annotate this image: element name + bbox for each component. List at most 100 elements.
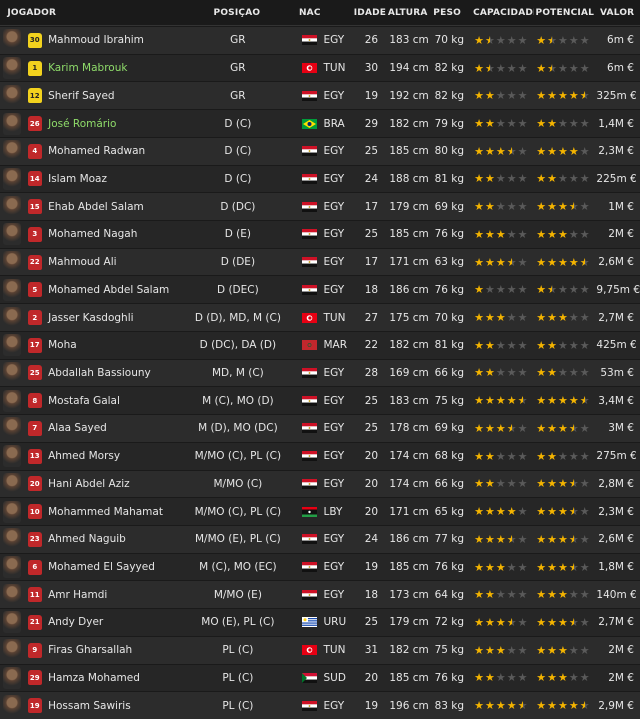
star-icon: ★ (547, 367, 558, 379)
header-player[interactable]: JOGADOR (1, 8, 177, 18)
player-nation[interactable]: EGY (321, 34, 355, 46)
header-potential[interactable]: POTENCIAL (534, 8, 596, 18)
table-row[interactable]: 30 Mahmoud Ibrahim GR EGY 26 183 cm 70 k… (0, 26, 640, 54)
player-name[interactable]: Andy Dyer (45, 616, 179, 628)
player-name[interactable]: Amr Hamdi (45, 589, 179, 601)
header-weight[interactable]: PESO (431, 8, 471, 18)
star-icon: ★ (547, 672, 558, 684)
star-icon: ★ (517, 700, 528, 712)
player-name[interactable]: Sherif Sayed (45, 90, 179, 102)
table-row[interactable]: 10 Mohammed Mahamat M/MO (C), PL (C) LBY… (0, 497, 640, 525)
player-nation[interactable]: EGY (321, 700, 355, 712)
table-row[interactable]: 19 Hossam Sawiris PL (C) EGY 19 196 cm 8… (0, 691, 640, 719)
player-name[interactable]: Mohamed Radwan (45, 145, 179, 157)
player-nation[interactable]: TUN (321, 312, 355, 324)
star-icon: ★ (485, 62, 495, 74)
ability-stars: ★ ★ ★ ★ ★ (474, 562, 527, 573)
player-name[interactable]: Ahmed Naguib (45, 533, 179, 545)
table-row[interactable]: 1 Karim Mabrouk GR TUN 30 194 cm 82 kg ★… (0, 53, 640, 82)
table-row[interactable]: 17 Moha D (DC), DA (D) MAR 22 182 cm 81 … (0, 330, 640, 359)
player-nation[interactable]: URU (321, 616, 355, 628)
table-row[interactable]: 11 Amr Hamdi M/MO (E) EGY 18 173 cm 64 k… (0, 580, 640, 609)
player-nation[interactable]: EGY (321, 478, 355, 490)
player-nation[interactable]: EGY (321, 256, 355, 268)
player-name[interactable]: Abdallah Bassiouny (45, 367, 179, 379)
table-row[interactable]: 7 Alaa Sayed M (D), MO (DC) EGY 25 178 c… (0, 414, 640, 442)
avatar (0, 445, 24, 468)
table-row[interactable]: 12 Sherif Sayed GR EGY 19 192 cm 82 kg ★… (0, 81, 640, 110)
table-row[interactable]: 29 Hamza Mohamed PL (C) SUD 20 185 cm 76… (0, 663, 640, 692)
star-icon: ★ (558, 700, 568, 712)
player-nation[interactable]: EGY (321, 90, 355, 102)
player-nation[interactable]: TUN (321, 644, 355, 656)
star-icon: ★ (474, 62, 485, 74)
ability-stars: ★ ★ ★ ★ ★ (474, 367, 527, 378)
player-name[interactable]: Mahmoud Ibrahim (45, 34, 179, 46)
player-name[interactable]: Moha (45, 339, 179, 351)
player-nation[interactable]: MAR (321, 339, 355, 351)
player-name[interactable]: Karim Mabrouk (45, 62, 179, 74)
table-row[interactable]: 25 Abdallah Bassiouny MD, M (C) EGY 28 1… (0, 358, 640, 387)
player-name[interactable]: Mohammed Mahamat (45, 506, 179, 518)
player-name[interactable]: José Romário (45, 118, 179, 130)
header-value[interactable]: VALOR (596, 8, 640, 18)
player-name[interactable]: Jasser Kasdoghli (45, 312, 179, 324)
player-name[interactable]: Mahmoud Ali (45, 256, 179, 268)
player-nation[interactable]: TUN (321, 62, 355, 74)
player-name[interactable]: Ahmed Morsy (45, 450, 179, 462)
table-row[interactable]: 6 Mohamed El Sayyed M (C), MO (EC) EGY 1… (0, 552, 640, 581)
table-row[interactable]: 20 Hani Abdel Aziz M/MO (C) EGY 20 174 c… (0, 469, 640, 498)
player-nation[interactable]: LBY (321, 506, 355, 518)
table-row[interactable]: 14 Islam Moaz D (C) EGY 24 188 cm 81 kg … (0, 164, 640, 193)
header-ability[interactable]: CAPACIDADE (471, 8, 533, 18)
star-icon: ★ (495, 589, 506, 601)
table-row[interactable]: 9 Firas Gharsallah PL (C) TUN 31 182 cm … (0, 635, 640, 664)
table-row[interactable]: 23 Ahmed Naguib M/MO (E), PL (C) EGY 24 … (0, 524, 640, 553)
player-name[interactable]: Mostafa Galal (45, 395, 179, 407)
player-nation[interactable]: EGY (321, 201, 355, 213)
player-name[interactable]: Mohamed Abdel Salam (45, 284, 179, 296)
player-name[interactable]: Hossam Sawiris (45, 700, 179, 712)
player-name[interactable]: Mohamed Nagah (45, 228, 179, 240)
table-row[interactable]: 26 José Romário D (C) BRA 29 182 cm 79 k… (0, 109, 640, 137)
player-name[interactable]: Ehab Abdel Salam (45, 201, 179, 213)
star-icon: ★ (547, 589, 558, 601)
table-row[interactable]: 3 Mohamed Nagah D (E) EGY 25 185 cm 76 k… (0, 220, 640, 248)
player-name[interactable]: Islam Moaz (45, 173, 179, 185)
player-name[interactable]: Hani Abdel Aziz (45, 478, 179, 490)
player-nation[interactable]: EGY (321, 589, 355, 601)
player-nation[interactable]: BRA (321, 118, 355, 130)
player-nation[interactable]: EGY (321, 284, 355, 296)
player-name[interactable]: Alaa Sayed (45, 422, 179, 434)
table-row[interactable]: 2 Jasser Kasdoghli D (D), MD, M (C) TUN … (0, 303, 640, 331)
player-nation[interactable]: EGY (321, 450, 355, 462)
player-nation[interactable]: EGY (321, 228, 355, 240)
star-icon: ★ (568, 62, 579, 74)
player-nation[interactable]: EGY (321, 533, 355, 545)
player-nation[interactable]: EGY (321, 367, 355, 379)
player-position: D (DC), DA (D) (199, 339, 277, 352)
table-row[interactable]: 15 Ehab Abdel Salam D (DC) EGY 17 179 cm… (0, 192, 640, 221)
star-icon: ★ (517, 506, 528, 518)
header-position[interactable]: POSIÇÃO (177, 8, 296, 18)
player-name[interactable]: Hamza Mohamed (45, 672, 179, 684)
table-row[interactable]: 5 Mohamed Abdel Salam D (DEC) EGY 18 186… (0, 275, 640, 304)
star-icon: ★ (495, 616, 506, 628)
player-name[interactable]: Firas Gharsallah (45, 644, 179, 656)
header-nat[interactable]: NAC (297, 8, 354, 18)
table-row[interactable]: 8 Mostafa Galal M (C), MO (D) EGY 25 183… (0, 386, 640, 415)
player-nation[interactable]: EGY (321, 561, 355, 573)
header-age[interactable]: IDADE (354, 8, 386, 18)
player-nation[interactable]: EGY (321, 173, 355, 185)
header-height[interactable]: ALTURA (386, 8, 431, 18)
table-row[interactable]: 21 Andy Dyer MO (E), PL (C) URU 25 179 c… (0, 608, 640, 636)
player-nation[interactable]: EGY (321, 395, 355, 407)
table-row[interactable]: 4 Mohamed Radwan D (C) EGY 25 185 cm 80 … (0, 136, 640, 165)
table-row[interactable]: 22 Mahmoud Ali D (DE) EGY 17 171 cm 63 k… (0, 247, 640, 276)
player-nation[interactable]: SUD (321, 672, 355, 684)
table-row[interactable]: 13 Ahmed Morsy M/MO (C), PL (C) EGY 20 1… (0, 441, 640, 470)
player-nation[interactable]: EGY (321, 145, 355, 157)
star-icon: ★ (568, 700, 579, 712)
player-name[interactable]: Mohamed El Sayyed (45, 561, 179, 573)
player-nation[interactable]: EGY (321, 422, 355, 434)
